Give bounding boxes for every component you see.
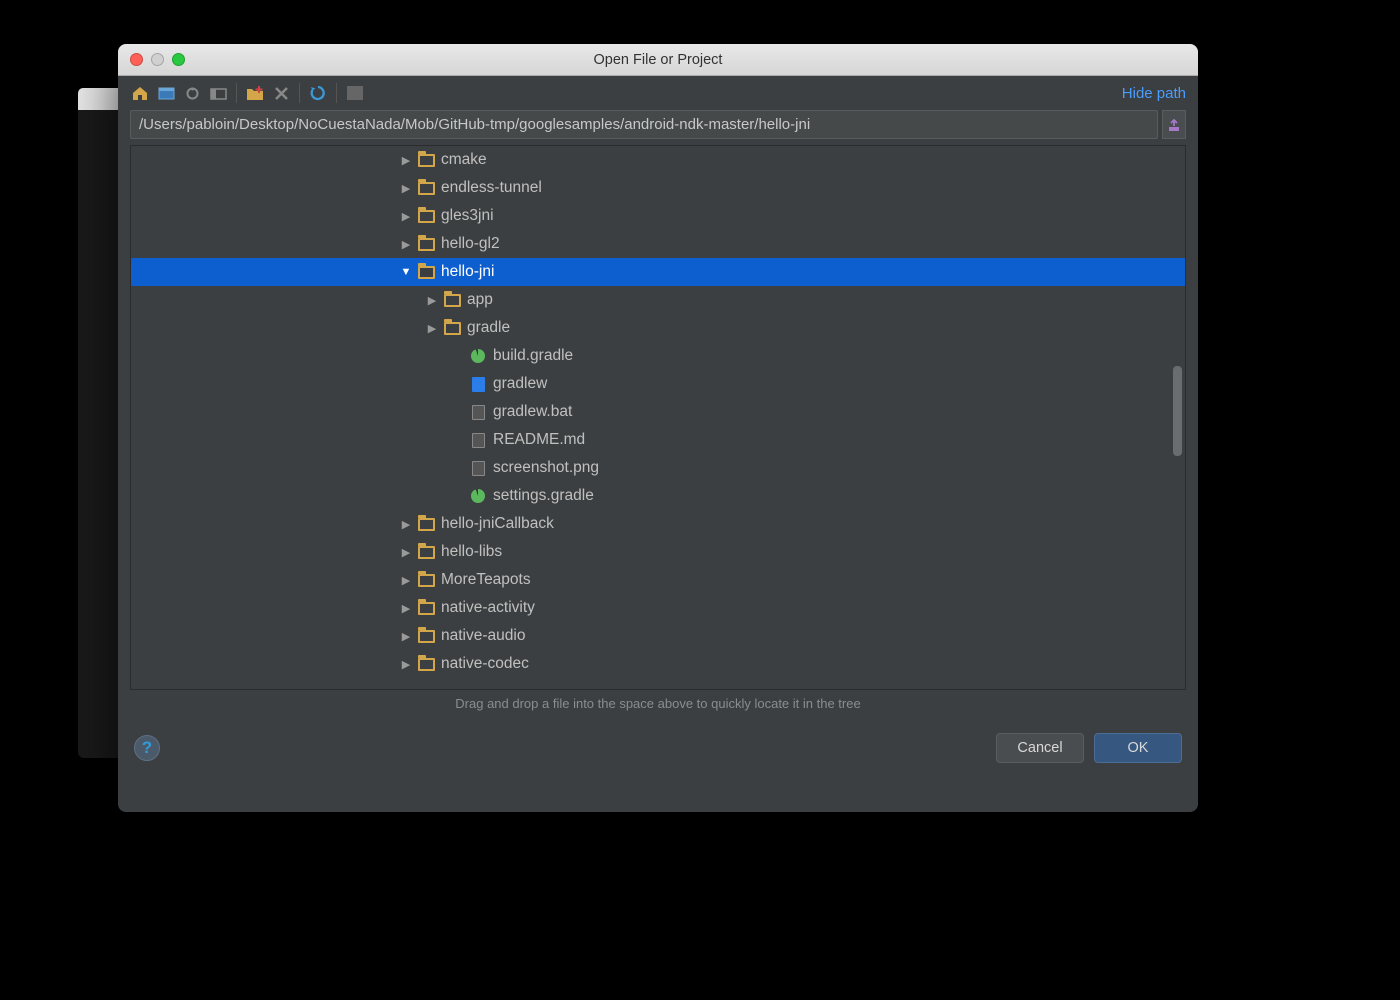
tree-item-label: native-codec bbox=[441, 655, 529, 673]
disclosure-arrow-icon[interactable]: ▶ bbox=[399, 574, 413, 587]
disclosure-arrow-icon[interactable]: ▶ bbox=[399, 238, 413, 251]
tree-row[interactable]: gradlew.bat bbox=[131, 398, 1185, 426]
tree-item-label: hello-gl2 bbox=[441, 235, 500, 253]
tree-row[interactable]: ▶ endless-tunnel bbox=[131, 174, 1185, 202]
shell-file-icon bbox=[469, 376, 487, 392]
file-icon bbox=[469, 432, 487, 448]
tree-item-label: gradle bbox=[467, 319, 510, 337]
scrollbar-thumb[interactable] bbox=[1173, 366, 1182, 456]
hint-text: Drag and drop a file into the space abov… bbox=[118, 690, 1198, 729]
folder-icon bbox=[417, 208, 435, 224]
folder-icon bbox=[417, 544, 435, 560]
tree-row[interactable]: build.gradle bbox=[131, 342, 1185, 370]
project-icon[interactable] bbox=[208, 83, 228, 103]
tree-row[interactable]: ▶ gradle bbox=[131, 314, 1185, 342]
tree-row[interactable]: ▶ app bbox=[131, 286, 1185, 314]
tree-row[interactable]: ▶ gles3jni bbox=[131, 202, 1185, 230]
file-tree[interactable]: ▶ cmake ▶ endless-tunnel ▶ gles3jni ▶ hello-gl2… bbox=[131, 146, 1185, 678]
tree-row[interactable]: ▶ hello-gl2 bbox=[131, 230, 1185, 258]
file-tree-container: ▶ cmake ▶ endless-tunnel ▶ gles3jni ▶ hello-gl2… bbox=[130, 145, 1186, 690]
refresh-icon[interactable] bbox=[308, 83, 328, 103]
folder-icon bbox=[443, 320, 461, 336]
disclosure-arrow-icon[interactable]: ▶ bbox=[399, 630, 413, 643]
folder-icon bbox=[417, 180, 435, 196]
tree-item-label: screenshot.png bbox=[493, 459, 599, 477]
hide-path-link[interactable]: Hide path bbox=[1122, 85, 1186, 102]
tree-row[interactable]: ▼ hello-jni bbox=[131, 258, 1185, 286]
folder-icon bbox=[417, 516, 435, 532]
tree-item-label: endless-tunnel bbox=[441, 179, 542, 197]
module-icon[interactable] bbox=[182, 83, 202, 103]
cancel-button[interactable]: Cancel bbox=[996, 733, 1084, 763]
ok-button[interactable]: OK bbox=[1094, 733, 1182, 763]
home-icon[interactable] bbox=[130, 83, 150, 103]
disclosure-arrow-icon[interactable]: ▶ bbox=[425, 322, 439, 335]
delete-icon[interactable] bbox=[271, 83, 291, 103]
tree-item-label: gradlew bbox=[493, 375, 547, 393]
disclosure-arrow-icon[interactable]: ▶ bbox=[399, 154, 413, 167]
tree-row[interactable]: gradlew bbox=[131, 370, 1185, 398]
tree-row[interactable]: ▶ cmake bbox=[131, 146, 1185, 174]
open-file-dialog: Open File or Project Hide path ▶ cmake ▶ en… bbox=[118, 44, 1198, 812]
tree-item-label: build.gradle bbox=[493, 347, 573, 365]
tree-row[interactable]: screenshot.png bbox=[131, 454, 1185, 482]
dialog-title: Open File or Project bbox=[118, 52, 1198, 68]
file-icon bbox=[469, 404, 487, 420]
tree-item-label: README.md bbox=[493, 431, 585, 449]
folder-icon bbox=[417, 264, 435, 280]
help-button[interactable]: ? bbox=[134, 735, 160, 761]
folder-icon bbox=[417, 572, 435, 588]
tree-row[interactable]: ▶ hello-jniCallback bbox=[131, 510, 1185, 538]
disclosure-arrow-icon[interactable]: ▶ bbox=[399, 546, 413, 559]
tree-item-label: MoreTeapots bbox=[441, 571, 531, 589]
tree-item-label: app bbox=[467, 291, 493, 309]
toolbar-separator bbox=[336, 83, 337, 103]
desktop-icon[interactable] bbox=[156, 83, 176, 103]
path-row bbox=[118, 110, 1198, 145]
tree-row[interactable]: ▶ native-activity bbox=[131, 594, 1185, 622]
tree-row[interactable]: ▶ MoreTeapots bbox=[131, 566, 1185, 594]
folder-icon bbox=[443, 292, 461, 308]
disclosure-arrow-icon[interactable]: ▶ bbox=[399, 602, 413, 615]
show-hidden-icon[interactable] bbox=[345, 83, 365, 103]
path-history-button[interactable] bbox=[1162, 110, 1186, 139]
new-folder-icon[interactable] bbox=[245, 83, 265, 103]
tree-item-label: gradlew.bat bbox=[493, 403, 572, 421]
disclosure-arrow-icon[interactable]: ▶ bbox=[425, 294, 439, 307]
tree-row[interactable]: ▶ native-codec bbox=[131, 650, 1185, 678]
folder-icon bbox=[417, 600, 435, 616]
disclosure-arrow-icon[interactable]: ▼ bbox=[399, 266, 413, 278]
tree-item-label: hello-jniCallback bbox=[441, 515, 554, 533]
titlebar: Open File or Project bbox=[118, 44, 1198, 76]
folder-icon bbox=[417, 152, 435, 168]
tree-item-label: hello-libs bbox=[441, 543, 502, 561]
path-input[interactable] bbox=[130, 110, 1158, 139]
dialog-footer: ? Cancel OK bbox=[118, 729, 1198, 777]
gradle-file-icon bbox=[469, 488, 487, 504]
tree-row[interactable]: README.md bbox=[131, 426, 1185, 454]
folder-icon bbox=[417, 236, 435, 252]
tree-row[interactable]: ▶ hello-libs bbox=[131, 538, 1185, 566]
tree-row[interactable]: ▶ native-audio bbox=[131, 622, 1185, 650]
folder-icon bbox=[417, 656, 435, 672]
toolbar-separator bbox=[299, 83, 300, 103]
tree-item-label: cmake bbox=[441, 151, 487, 169]
toolbar: Hide path bbox=[118, 76, 1198, 110]
image-file-icon bbox=[469, 460, 487, 476]
disclosure-arrow-icon[interactable]: ▶ bbox=[399, 518, 413, 531]
folder-icon bbox=[417, 628, 435, 644]
disclosure-arrow-icon[interactable]: ▶ bbox=[399, 658, 413, 671]
tree-item-label: gles3jni bbox=[441, 207, 494, 225]
gradle-file-icon bbox=[469, 348, 487, 364]
tree-item-label: native-audio bbox=[441, 627, 525, 645]
tree-item-label: settings.gradle bbox=[493, 487, 594, 505]
toolbar-separator bbox=[236, 83, 237, 103]
disclosure-arrow-icon[interactable]: ▶ bbox=[399, 210, 413, 223]
tree-item-label: native-activity bbox=[441, 599, 535, 617]
tree-row[interactable]: settings.gradle bbox=[131, 482, 1185, 510]
tree-item-label: hello-jni bbox=[441, 263, 494, 281]
disclosure-arrow-icon[interactable]: ▶ bbox=[399, 182, 413, 195]
